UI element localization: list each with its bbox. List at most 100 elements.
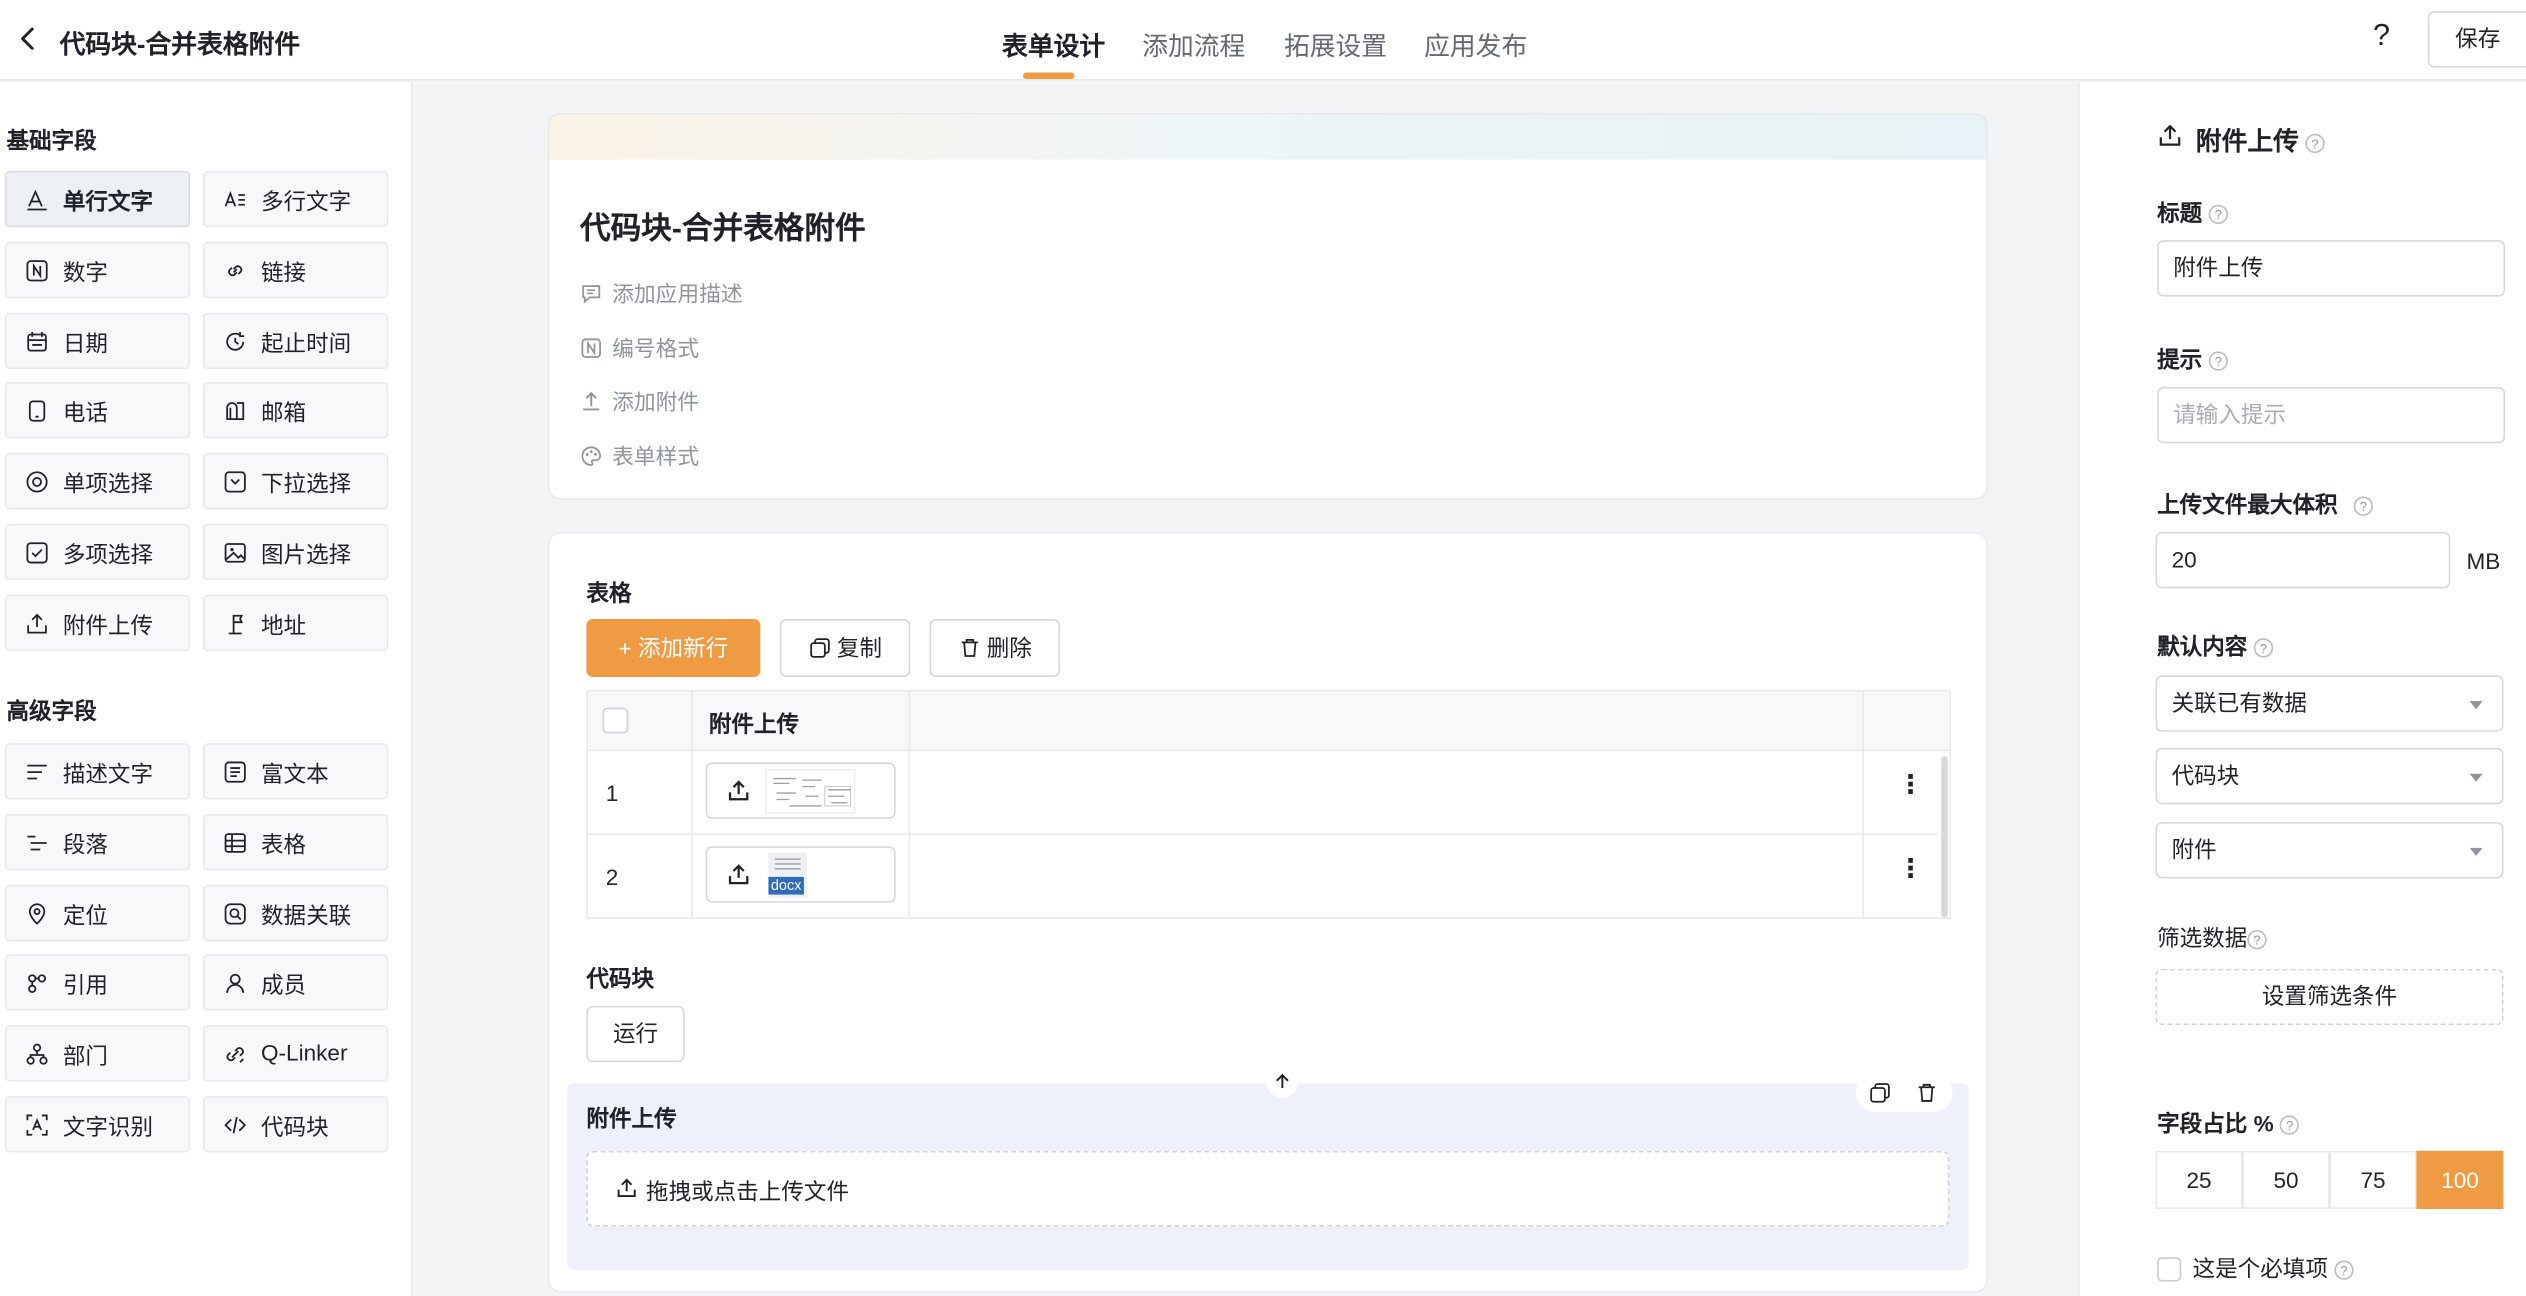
field-item-time-range[interactable]: 起止时间 <box>202 312 389 369</box>
hint-input[interactable]: 请输入提示 <box>2157 386 2506 444</box>
row-more-icon[interactable]: ⋮ <box>1898 857 1924 884</box>
tab-app-publish[interactable]: 应用发布 <box>1424 24 1527 63</box>
sub-table: 附件上传 1 ⋮ 2 docx ⋮ <box>586 689 1951 919</box>
trash-icon[interactable] <box>1915 1082 1938 1105</box>
chevron-down-icon <box>2469 847 2483 856</box>
number-format-link[interactable]: 编号格式 <box>580 330 699 362</box>
field-item-image[interactable]: 图片选择 <box>202 523 389 581</box>
field-item-data-link[interactable]: 数据关联 <box>202 884 389 941</box>
field-item-calendar[interactable]: 日期 <box>4 312 191 369</box>
move-up-icon[interactable] <box>1266 1065 1299 1098</box>
field-item-qlinker[interactable]: Q-Linker <box>202 1025 389 1082</box>
field-item-department[interactable]: 部门 <box>4 1025 191 1082</box>
field-item-table[interactable]: 表格 <box>202 813 389 871</box>
attachment-cell[interactable]: docx <box>705 846 896 903</box>
header-banner <box>549 114 1987 160</box>
chevron-down-icon <box>2469 701 2483 710</box>
help-circle-icon[interactable]: ? <box>2280 1115 2300 1135</box>
help-circle-icon[interactable]: ? <box>2247 930 2267 950</box>
upload-dropzone[interactable]: 拖拽或点击上传文件 <box>586 1150 1950 1227</box>
field-item-multiline-text[interactable]: 多行文字 <box>202 170 389 228</box>
tab-add-process[interactable]: 添加流程 <box>1142 24 1245 63</box>
code-icon <box>222 1112 248 1138</box>
time-range-icon <box>222 328 248 354</box>
field-item-link[interactable]: 链接 <box>202 241 389 298</box>
help-circle-icon[interactable]: ? <box>2208 204 2229 225</box>
required-checkbox-row[interactable]: 这是个必填项? <box>2157 1252 2354 1284</box>
delete-button[interactable]: 删除 <box>929 618 1061 677</box>
field-item-text-a[interactable]: 单行文字 <box>4 170 191 228</box>
width-ratio-label-text: 字段占比 % <box>2157 1110 2274 1137</box>
trash-icon <box>958 637 981 660</box>
table-scrollbar[interactable] <box>1941 755 1948 918</box>
set-filter-button[interactable]: 设置筛选条件 <box>2155 968 2504 1026</box>
field-item-rich-text[interactable]: 富文本 <box>202 743 389 800</box>
field-item-label: 描述文字 <box>62 760 154 787</box>
field-item-number-n[interactable]: 数字 <box>4 241 191 298</box>
docx-file-icon[interactable]: docx <box>768 852 808 898</box>
copy-button[interactable]: 复制 <box>779 618 911 677</box>
field-item-ocr[interactable]: 文字识别 <box>4 1096 191 1153</box>
save-button[interactable]: 保存 <box>2427 11 2526 68</box>
form-title[interactable]: 代码块-合并表格附件 <box>580 205 866 249</box>
width-option-50[interactable]: 50 <box>2242 1150 2330 1209</box>
field-item-label: 多行文字 <box>260 188 352 215</box>
help-circle-icon[interactable]: ? <box>2208 351 2229 371</box>
title-input[interactable]: 附件上传 <box>2157 240 2506 297</box>
copy-icon[interactable] <box>1869 1082 1892 1105</box>
calendar-icon <box>24 328 50 354</box>
max-size-input[interactable]: 20 <box>2155 531 2451 589</box>
help-circle-icon[interactable]: ? <box>2334 1260 2354 1280</box>
width-option-100[interactable]: 100 <box>2416 1150 2504 1209</box>
text-a-icon <box>24 187 50 213</box>
field-item-member[interactable]: 成员 <box>202 954 389 1012</box>
copy-icon <box>808 637 831 660</box>
default-source-select[interactable]: 关联已有数据 <box>2155 675 2504 732</box>
help-circle-icon[interactable]: ? <box>2353 496 2374 516</box>
attachment-thumbnail[interactable] <box>765 768 856 815</box>
form-style-link[interactable]: 表单样式 <box>580 438 699 470</box>
field-item-reference[interactable]: 引用 <box>4 954 191 1012</box>
field-item-label: 图片选择 <box>260 541 352 568</box>
field-item-upload[interactable]: 附件上传 <box>4 594 191 651</box>
add-description-link[interactable]: 添加应用描述 <box>580 276 743 308</box>
upload-drop-text: 拖拽或点击上传文件 <box>646 1178 849 1205</box>
field-item-location[interactable]: 定位 <box>4 884 191 941</box>
width-option-75[interactable]: 75 <box>2329 1150 2417 1209</box>
tab-extend-settings[interactable]: 拓展设置 <box>1284 24 1387 63</box>
location-icon <box>24 900 50 926</box>
default-content-label: 默认内容? <box>2157 630 2274 662</box>
field-item-label: 邮箱 <box>260 400 307 427</box>
field-item-radio[interactable]: 单项选择 <box>4 453 191 510</box>
field-item-description[interactable]: 描述文字 <box>4 743 191 800</box>
field-item-checkbox[interactable]: 多项选择 <box>4 523 191 581</box>
field-item-dropdown[interactable]: 下拉选择 <box>202 453 389 510</box>
default-field-select[interactable]: 附件 <box>2155 822 2504 879</box>
help-circle-icon[interactable]: ? <box>2253 638 2274 658</box>
phone-icon <box>24 399 50 425</box>
field-item-phone[interactable]: 电话 <box>4 382 191 440</box>
field-item-label: 富文本 <box>260 760 329 787</box>
max-size-label: 上传文件最大体积? <box>2157 488 2374 520</box>
run-button[interactable]: 运行 <box>586 1005 685 1063</box>
help-circle-icon[interactable]: ? <box>2305 133 2325 154</box>
required-checkbox[interactable] <box>2157 1257 2182 1282</box>
max-size-unit: MB <box>2466 548 2501 574</box>
help-icon[interactable]: ? <box>2373 19 2390 54</box>
add-attachment-link[interactable]: 添加附件 <box>580 384 699 416</box>
row-more-icon[interactable]: ⋮ <box>1898 773 1924 800</box>
width-option-25[interactable]: 25 <box>2155 1150 2243 1209</box>
select-all-checkbox[interactable] <box>602 707 629 734</box>
field-item-paragraph[interactable]: 段落 <box>4 813 191 871</box>
field-item-mailbox[interactable]: 邮箱 <box>202 382 389 440</box>
field-item-label: 定位 <box>62 902 108 928</box>
field-item-code[interactable]: 代码块 <box>202 1096 389 1153</box>
attachment-cell[interactable] <box>705 762 896 819</box>
top-bar: 代码块-合并表格附件 表单设计 添加流程 拓展设置 应用发布 ? 保存 <box>0 0 2526 81</box>
attachment-upload-field[interactable]: 附件上传 拖拽或点击上传文件 <box>567 1065 1969 1271</box>
default-form-select[interactable]: 代码块 <box>2155 747 2504 805</box>
tab-form-design[interactable]: 表单设计 <box>1002 24 1105 63</box>
mailbox-icon <box>222 399 248 425</box>
field-item-address[interactable]: 地址 <box>202 594 389 651</box>
add-row-button[interactable]: + 添加新行 <box>586 618 761 677</box>
